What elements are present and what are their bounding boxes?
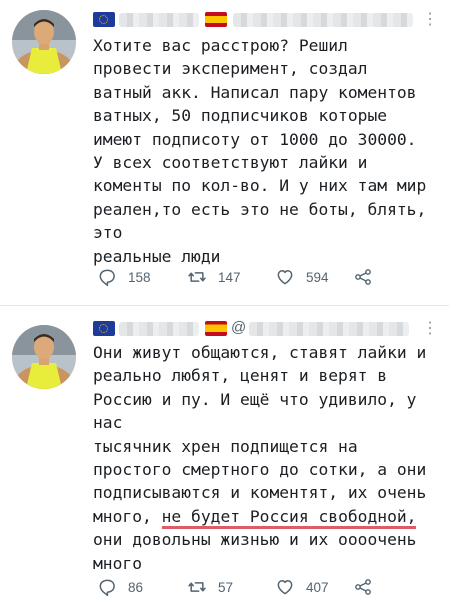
- heart-icon: [277, 270, 293, 285]
- tweet-2[interactable]: @ ⋮ Они живут общаются, ставят лайки и р…: [0, 305, 449, 600]
- reply-icon: [99, 579, 115, 597]
- tweet-actions: 86 57 407: [93, 576, 393, 598]
- tweet-1[interactable]: ⋮ Хотите вас расстрою? Решил провести эк…: [0, 0, 449, 305]
- underlined-phrase: не будет Россия свободной,: [161, 506, 417, 529]
- like-button[interactable]: 594: [275, 266, 329, 288]
- share-button[interactable]: [353, 266, 373, 288]
- spain-flag-icon: [205, 12, 227, 27]
- reply-icon: [99, 269, 115, 287]
- more-icon[interactable]: ⋮: [422, 318, 439, 338]
- heart-icon: [277, 580, 293, 595]
- reply-count: 158: [128, 269, 151, 285]
- reply-button[interactable]: 86: [97, 576, 143, 598]
- reply-button[interactable]: 158: [97, 266, 151, 288]
- avatar[interactable]: [12, 325, 76, 389]
- retweet-icon: [188, 272, 206, 282]
- retweet-button[interactable]: 147: [187, 266, 241, 288]
- tweet-text: Хотите вас расстрою? Решил провести эксп…: [93, 36, 427, 266]
- blurred-display-name: [119, 13, 199, 27]
- retweet-button[interactable]: 57: [187, 576, 233, 598]
- eu-flag-icon: [93, 12, 115, 27]
- eu-flag-icon: [93, 321, 115, 336]
- retweet-count: 147: [218, 269, 241, 285]
- retweet-icon: [188, 582, 206, 592]
- like-count: 594: [306, 269, 329, 285]
- tweet-text: Они живут общаются, ставят лайки и реаль…: [93, 341, 438, 575]
- handle-at: @: [231, 319, 247, 336]
- avatar-photo: [12, 10, 76, 74]
- like-button[interactable]: 407: [275, 576, 329, 598]
- blurred-handle: [249, 322, 409, 336]
- tweet-text-part: Они живут общаются, ставят лайки и реаль…: [93, 343, 427, 526]
- tweet-text-part: они довольны жизнью и их оооочень много: [93, 530, 417, 573]
- share-icon: [355, 269, 371, 285]
- retweet-count: 57: [218, 579, 234, 595]
- tweet-header: @ ⋮: [93, 318, 438, 340]
- spain-flag-icon: [205, 321, 227, 336]
- avatar[interactable]: [12, 10, 76, 74]
- share-icon: [355, 579, 371, 595]
- reply-count: 86: [128, 579, 144, 595]
- tweet-header: ⋮: [93, 9, 438, 31]
- avatar-photo: [12, 325, 76, 389]
- share-button[interactable]: [353, 576, 373, 598]
- blurred-display-name: [119, 322, 199, 336]
- tweet-actions: 158 147 594: [93, 266, 393, 288]
- more-icon[interactable]: ⋮: [422, 9, 439, 29]
- like-count: 407: [306, 579, 329, 595]
- blurred-handle: [233, 13, 413, 27]
